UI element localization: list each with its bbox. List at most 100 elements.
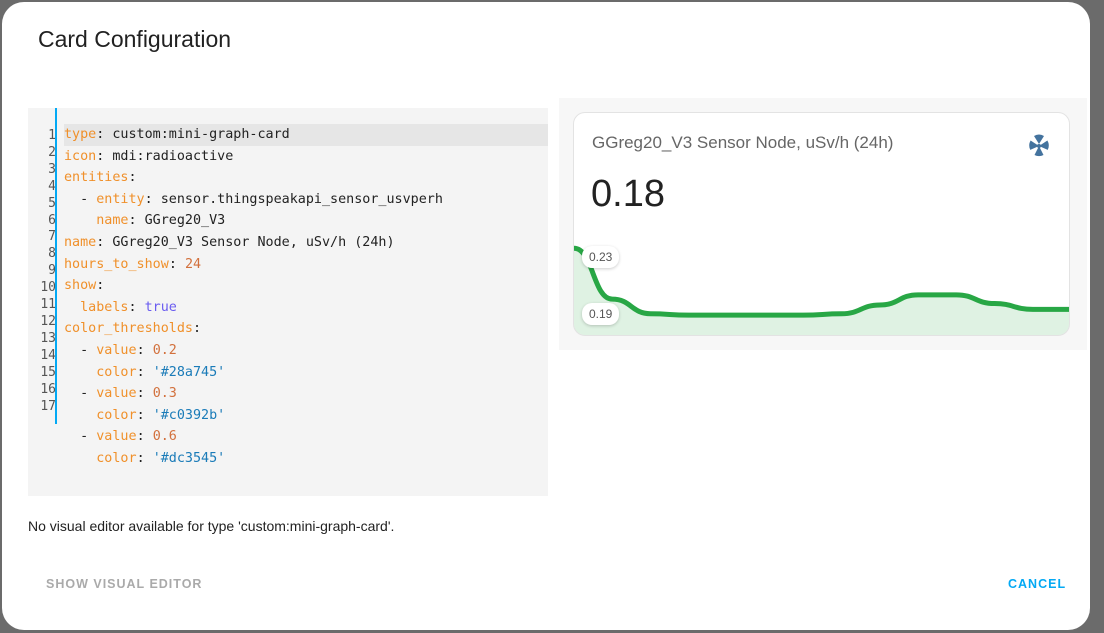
code-line: color_thresholds: <box>64 318 548 340</box>
radioactive-icon <box>1027 133 1051 162</box>
show-visual-editor-button[interactable]: SHOW VISUAL EDITOR <box>46 577 202 591</box>
cancel-button[interactable]: CANCEL <box>1008 577 1066 591</box>
card-preview: GGreg20_V3 Sensor Node, uSv/h (24h) 0.18… <box>559 98 1087 350</box>
line-number: 14 <box>40 347 56 363</box>
yaml-token: - <box>64 342 97 358</box>
line-number: 17 <box>40 398 56 414</box>
yaml-key: show <box>64 278 97 294</box>
code-line: icon: mdi:radioactive <box>64 146 548 168</box>
yaml-token: : custom:mini-graph-card <box>96 127 290 142</box>
graph-line <box>574 245 1069 318</box>
yaml-token <box>64 365 96 380</box>
yaml-key: value <box>96 342 137 358</box>
yaml-token: : <box>128 299 145 315</box>
yaml-token: : <box>136 407 153 423</box>
yaml-token <box>64 408 96 423</box>
code-line: - value: 0.2 <box>64 340 548 362</box>
yaml-key: icon <box>64 148 97 164</box>
code-line: color: '#dc3545' <box>64 448 548 470</box>
code-line: entities: <box>64 167 548 189</box>
dialog-title: Card Configuration <box>38 26 232 52</box>
code-line: - value: 0.3 <box>64 383 548 405</box>
yaml-token: : <box>136 450 153 466</box>
yaml-key: hours_to_show <box>64 256 169 272</box>
yaml-token: : <box>168 256 185 272</box>
yaml-token: 0.6 <box>152 429 177 445</box>
code-line: name: GGreg20_V3 Sensor Node, uSv/h (24h… <box>64 232 548 254</box>
code-line: show: <box>64 275 548 297</box>
code-line: hours_to_show: 24 <box>64 254 548 276</box>
yaml-key: value <box>96 429 137 445</box>
yaml-token: - <box>64 191 97 207</box>
yaml-key: name <box>64 234 97 250</box>
line-number: 3 <box>48 161 56 177</box>
yaml-key: color <box>96 364 137 380</box>
line-number: 5 <box>48 195 56 211</box>
yaml-token <box>64 300 80 315</box>
yaml-token: : <box>136 342 153 358</box>
line-number: 15 <box>40 364 56 380</box>
yaml-token: 24 <box>184 256 202 272</box>
yaml-code-editor[interactable]: 1 2 3 4 5 6 7 8 9 10 11 12 13 14 15 16 17 type: custom:m… <box>28 108 548 496</box>
history-graph <box>574 245 1069 335</box>
yaml-token: : <box>136 364 153 380</box>
line-number: 11 <box>40 297 56 313</box>
code-line: labels: true <box>64 297 548 319</box>
min-label: 0.19 <box>582 303 620 325</box>
line-number: 2 <box>48 144 56 160</box>
yaml-token <box>64 213 96 228</box>
yaml-key: type <box>64 127 97 142</box>
max-label: 0.23 <box>582 246 620 268</box>
yaml-token: true <box>144 299 177 315</box>
yaml-key: color_thresholds <box>64 321 193 337</box>
yaml-key: entity <box>96 191 145 207</box>
yaml-key: color <box>96 407 137 423</box>
code-content[interactable]: type: custom:mini-graph-card icon: mdi:ra… <box>64 124 548 470</box>
yaml-token: - <box>64 429 97 445</box>
yaml-token: 0.3 <box>152 386 177 402</box>
yaml-key: entities <box>64 170 129 186</box>
graph-fill <box>574 248 1069 335</box>
yaml-key: labels <box>80 299 129 315</box>
line-number: 6 <box>48 212 56 228</box>
yaml-token: : sensor.thingspeakapi_sensor_usvperh <box>144 191 443 207</box>
line-number: 4 <box>48 178 56 194</box>
line-number: 10 <box>40 280 56 296</box>
line-number: 16 <box>40 381 56 397</box>
line-number: 9 <box>48 263 56 279</box>
code-line: color: '#c0392b' <box>64 405 548 427</box>
line-number: 8 <box>48 246 56 262</box>
yaml-token: - <box>64 386 97 402</box>
yaml-token: : <box>193 321 202 337</box>
yaml-token: '#28a745' <box>152 364 226 380</box>
no-visual-editor-note: No visual editor available for type 'cus… <box>28 518 395 534</box>
yaml-token: 0.2 <box>152 342 177 358</box>
line-number: 1 <box>48 128 56 143</box>
yaml-token: '#dc3545' <box>152 450 226 466</box>
yaml-token: : <box>96 278 105 294</box>
yaml-key: color <box>96 450 137 466</box>
card-configuration-dialog: Card Configuration 1 2 3 4 5 6 7 8 9 10 11 12 13 14 15… <box>2 2 1090 630</box>
code-line: - value: 0.6 <box>64 426 548 448</box>
yaml-key: value <box>96 386 137 402</box>
yaml-token: : <box>136 386 153 402</box>
yaml-token: : GGreg20_V3 Sensor Node, uSv/h (24h) <box>96 234 395 250</box>
yaml-token: : mdi:radioactive <box>96 148 234 164</box>
yaml-token: '#c0392b' <box>152 407 226 423</box>
yaml-token <box>64 451 96 466</box>
yaml-key: name <box>96 213 129 229</box>
mini-graph-card[interactable]: GGreg20_V3 Sensor Node, uSv/h (24h) 0.18… <box>573 112 1070 336</box>
line-number-gutter: 1 2 3 4 5 6 7 8 9 10 11 12 13 14 15 16 17 <box>28 128 56 415</box>
line-number: 13 <box>40 330 56 346</box>
yaml-token: : <box>128 170 137 186</box>
code-line: color: '#28a745' <box>64 362 548 384</box>
card-name: GGreg20_V3 Sensor Node, uSv/h (24h) <box>592 133 894 152</box>
code-line: type: custom:mini-graph-card <box>64 124 548 146</box>
line-number: 7 <box>48 229 56 245</box>
yaml-token: : <box>136 429 153 445</box>
state-value: 0.18 <box>591 173 665 215</box>
line-number: 12 <box>40 313 56 329</box>
editor-focus-bar <box>55 108 57 424</box>
code-line: - entity: sensor.thingspeakapi_sensor_us… <box>64 189 548 211</box>
yaml-token: : GGreg20_V3 <box>128 213 226 229</box>
